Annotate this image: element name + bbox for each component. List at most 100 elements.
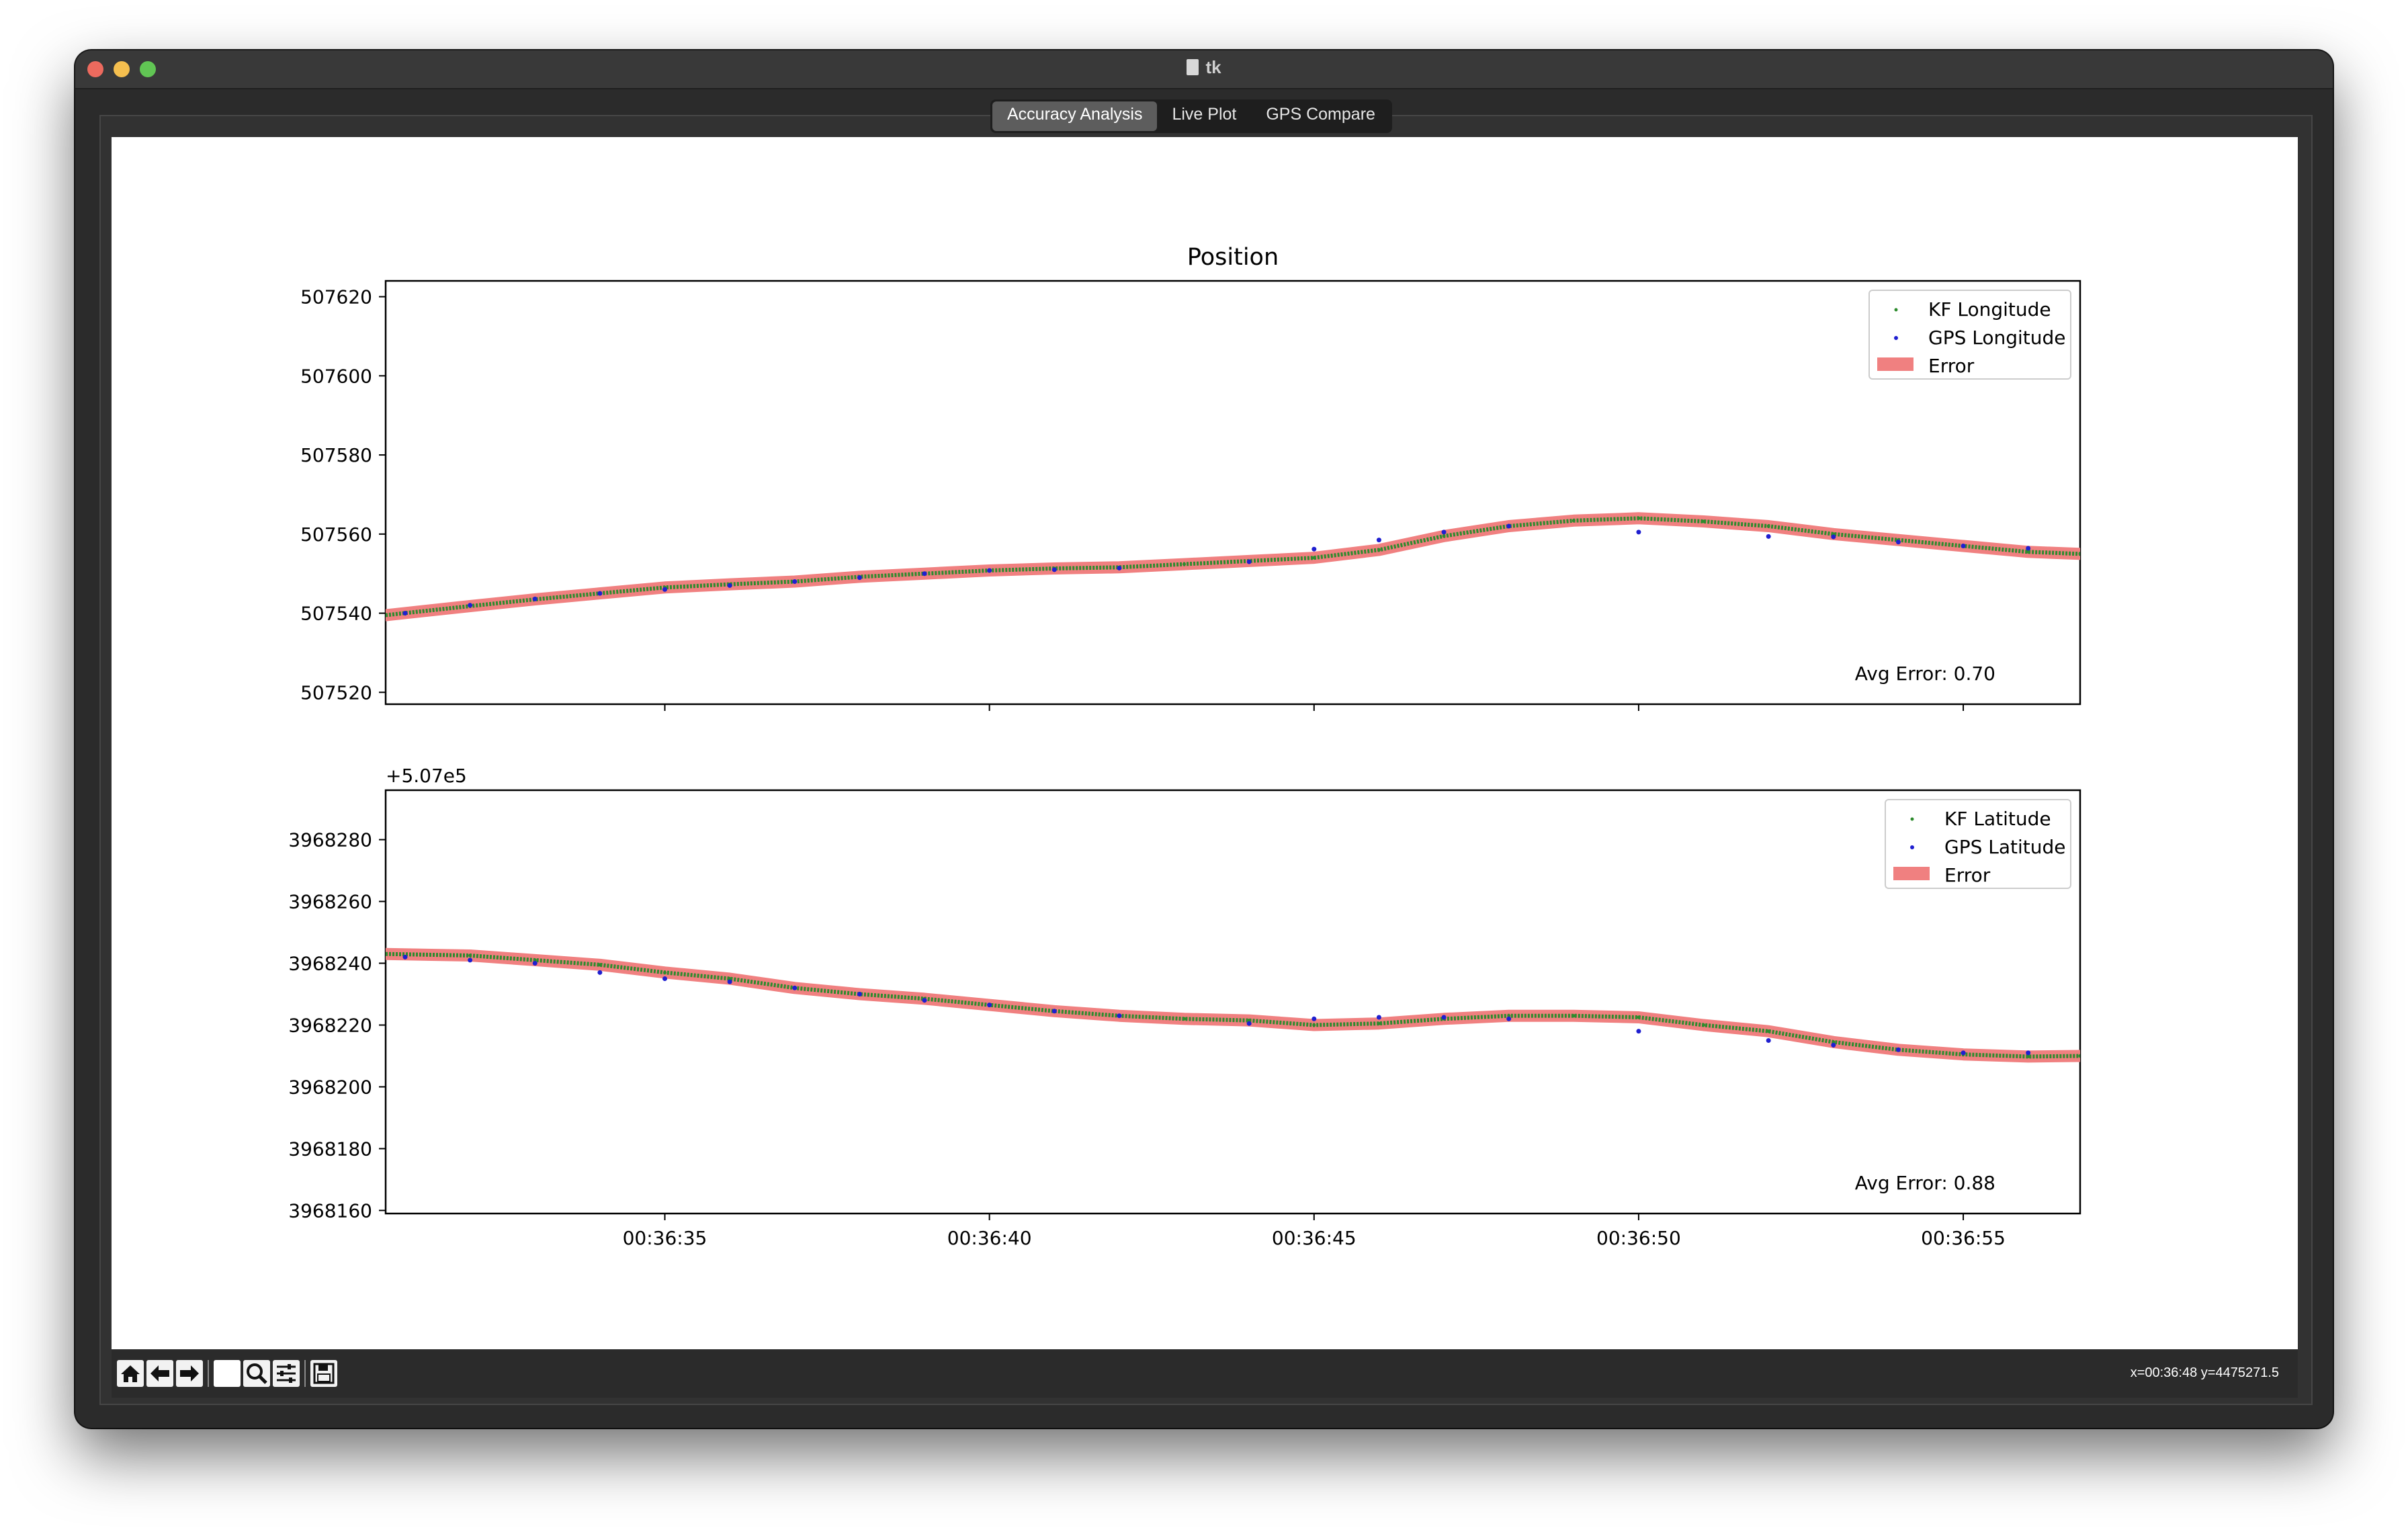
- kf-point: [1766, 1029, 1770, 1033]
- legend-error-swatch: [1877, 357, 1914, 371]
- legend-label: Error: [1928, 355, 1975, 377]
- y-tick-label: 507600: [300, 365, 372, 387]
- gps-point: [792, 579, 798, 584]
- y-tick-label: 3968240: [288, 953, 372, 975]
- kf-point: [1637, 1015, 1641, 1019]
- gps-point: [1831, 534, 1836, 540]
- gps-point: [1961, 543, 1966, 548]
- tab-gps-compare[interactable]: GPS Compare: [1251, 101, 1390, 131]
- legend-kf-marker: [1910, 817, 1914, 821]
- kf-point: [386, 613, 388, 618]
- gps-point: [2026, 546, 2031, 551]
- y-tick-label: 3968180: [288, 1138, 372, 1160]
- save-icon[interactable]: [310, 1360, 337, 1387]
- kf-point: [2026, 1054, 2030, 1058]
- tab-accuracy-analysis[interactable]: Accuracy Analysis: [992, 101, 1158, 131]
- plot-area: [386, 512, 2080, 622]
- y-tick-label: 3968220: [288, 1014, 372, 1036]
- gps-point: [1961, 1050, 1966, 1056]
- navigation-toolbar: x=00:36:48 y=4475271.5: [112, 1349, 2298, 1398]
- subplot-2: 3968160 3968180 3968200 3968220 3968240 39682…: [288, 789, 2081, 1249]
- legend-label: GPS Longitude: [1928, 327, 2066, 349]
- legend-label: Error: [1944, 864, 1991, 886]
- gps-point: [1636, 1029, 1641, 1034]
- gps-point: [662, 587, 668, 592]
- gps-point: [792, 985, 798, 990]
- gps-point: [1506, 1016, 1512, 1021]
- legend-label: KF Latitude: [1944, 808, 2051, 830]
- kf-point: [1182, 562, 1187, 566]
- forward-arrow-icon[interactable]: [176, 1360, 203, 1387]
- kf-point: [598, 963, 602, 967]
- kf-point: [386, 952, 388, 956]
- kf-point: [663, 970, 667, 974]
- gps-point: [402, 611, 408, 616]
- axes-frame: [384, 280, 2081, 706]
- kf-point: [2026, 550, 2030, 554]
- gps-point: [468, 603, 473, 608]
- gps-point: [402, 954, 408, 960]
- gps-point: [987, 568, 992, 573]
- figure-canvas[interactable]: Position 507520 507540 507560 507580 507600 50…: [112, 137, 2298, 1349]
- x-tick-label: 00:36:40: [947, 1227, 1032, 1249]
- document-icon: [1187, 59, 1199, 75]
- gps-point: [1766, 534, 1771, 539]
- back-arrow-icon[interactable]: [146, 1360, 173, 1387]
- window-title: tk: [1205, 57, 1221, 77]
- kf-point: [1766, 524, 1770, 528]
- title-bar: tk: [75, 50, 2333, 89]
- gps-point: [1441, 1015, 1447, 1020]
- configure-subplots-icon[interactable]: [273, 1360, 300, 1387]
- y-tick-label: 3968160: [288, 1199, 372, 1222]
- kf-point: [2078, 1054, 2080, 1058]
- pan-icon[interactable]: [214, 1360, 241, 1387]
- kf-point: [2078, 552, 2080, 556]
- gps-point: [532, 596, 538, 601]
- avg-error-annotation: Avg Error: 0.70: [1855, 663, 1995, 685]
- gps-point: [1117, 1013, 1122, 1019]
- gps-point: [1441, 529, 1447, 535]
- x-tick-label: 00:36:45: [1272, 1227, 1357, 1249]
- legend-gps-marker: [1910, 845, 1914, 849]
- cursor-coordinates: x=00:36:48 y=4475271.5: [2130, 1365, 2279, 1380]
- legend-kf-marker: [1894, 308, 1898, 312]
- gps-point: [1246, 559, 1252, 564]
- kf-point: [1702, 1023, 1706, 1027]
- gps-point: [1117, 565, 1122, 570]
- kf-point: [1572, 519, 1576, 523]
- x-tick-label: 00:36:55: [1921, 1227, 2006, 1249]
- gps-point: [1831, 1042, 1836, 1048]
- y-tick-label: 3968280: [288, 829, 372, 851]
- kf-point: [1377, 548, 1381, 552]
- tab-live-plot[interactable]: Live Plot: [1157, 101, 1251, 131]
- kf-point: [1312, 556, 1316, 560]
- kf-point: [1377, 1021, 1381, 1025]
- gps-point: [987, 1003, 992, 1008]
- gps-point: [1051, 1009, 1057, 1014]
- toolbar-separator: [208, 1360, 209, 1387]
- gps-point: [1312, 546, 1317, 552]
- gps-point: [1636, 529, 1641, 535]
- gps-point: [1376, 538, 1381, 543]
- gps-point: [597, 591, 603, 596]
- gps-point: [1312, 1016, 1317, 1021]
- y-tick-label: 507620: [300, 286, 372, 308]
- gps-point: [532, 961, 538, 966]
- kf-point: [1442, 534, 1446, 538]
- toolbar-separator: [304, 1360, 306, 1387]
- gps-point: [857, 992, 862, 997]
- kf-point: [1702, 519, 1706, 523]
- x-tick-label: 00:36:35: [623, 1227, 707, 1249]
- home-icon[interactable]: [117, 1360, 144, 1387]
- gps-point: [1766, 1037, 1771, 1043]
- gps-point: [1246, 1021, 1252, 1026]
- zoom-icon[interactable]: [243, 1360, 270, 1387]
- figure-svg: Position50752050754050756050758050760050…: [288, 244, 2081, 1249]
- gps-point: [597, 970, 603, 975]
- window-title-area: tk: [75, 57, 2333, 78]
- x-tick-label: 00:36:50: [1596, 1227, 1681, 1249]
- kf-point: [468, 953, 472, 958]
- y-tick-label: 507520: [300, 681, 372, 704]
- gps-point: [1895, 1047, 1901, 1052]
- figure-title: Position: [1187, 244, 1279, 271]
